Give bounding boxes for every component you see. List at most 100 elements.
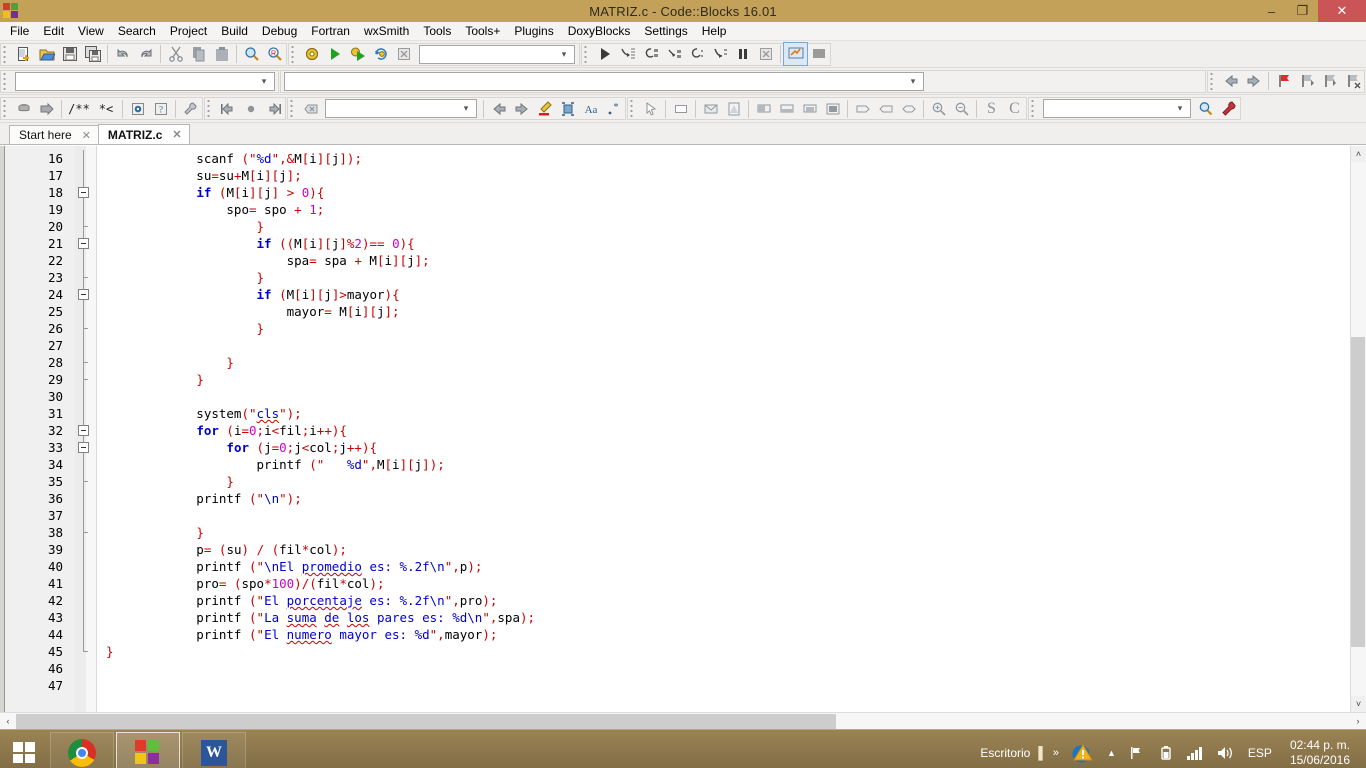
shape-1-icon[interactable] [851,98,874,120]
menu-item-fortran[interactable]: Fortran [304,22,357,40]
case-icon[interactable]: Aa [579,98,602,120]
close-icon[interactable]: ✕ [82,129,91,142]
scroll-track-lower[interactable] [1351,647,1366,696]
prev-icon[interactable] [487,98,510,120]
sizer-v-icon[interactable] [775,98,798,120]
code-line[interactable]: for (j=0;j<col;j++){ [106,439,1350,456]
tray-overflow-icon[interactable]: » [1049,730,1063,768]
doxyblocks-config-icon[interactable] [179,98,202,120]
code-line[interactable]: printf ("La suma de los pares es: %d\n",… [106,609,1350,626]
shape-2-icon[interactable] [874,98,897,120]
code-line[interactable]: spa= spa + M[i][j]; [106,252,1350,269]
fold-marker[interactable] [75,337,96,354]
sizer-h-icon[interactable] [752,98,775,120]
build-and-run-icon[interactable] [346,43,369,65]
save-icon[interactable] [58,43,81,65]
code-line[interactable] [106,660,1350,677]
forward-icon[interactable] [1242,70,1265,92]
abort-icon[interactable] [392,43,415,65]
battery-icon[interactable] [1152,730,1180,768]
show-hidden-icons-icon[interactable]: ▲ [1101,730,1122,768]
debug-break-icon[interactable] [731,43,754,65]
settings-wrench-icon[interactable] [1217,98,1240,120]
fold-marker[interactable] [75,286,96,303]
doxywizard-icon[interactable] [126,98,149,120]
code-text[interactable]: scanf ("%d",&M[i][j]); su=su+M[i][j]; if… [97,146,1350,712]
code-line[interactable]: } [106,269,1350,286]
scroll-track-upper[interactable] [1351,162,1366,337]
various-info-icon[interactable] [807,43,830,65]
search-icon[interactable] [1194,98,1217,120]
zoom-in-icon[interactable] [927,98,950,120]
sizer-box-icon[interactable] [821,98,844,120]
toolbar-grip[interactable] [291,44,298,64]
close-icon[interactable]: ✕ [172,128,181,141]
panel-icon[interactable] [669,98,692,120]
code-line[interactable]: printf ("El numero mayor es: %d",mayor); [106,626,1350,643]
highlight-icon[interactable] [533,98,556,120]
code-line[interactable]: scanf ("%d",&M[i][j]); [106,150,1350,167]
code-line[interactable]: printf ("El porcentaje es: %.2f\n",pro); [106,592,1350,609]
menu-item-doxyblocks[interactable]: DoxyBlocks [561,22,638,40]
code-line[interactable]: if ((M[i][j]%2)== 0){ [106,235,1350,252]
taskbar-item-codeblocks[interactable] [116,731,180,768]
fold-marker[interactable] [75,184,96,201]
shape-3-icon[interactable] [897,98,920,120]
code-line[interactable]: su=su+M[i][j]; [106,167,1350,184]
code-line[interactable]: if (M[i][j] > 0){ [106,184,1350,201]
new-file-icon[interactable] [12,43,35,65]
code-line[interactable]: } [106,524,1350,541]
toolbar-grip[interactable] [290,99,297,118]
tab-matriz-c[interactable]: MATRIZ.c ✕ [97,124,190,144]
code-line[interactable] [106,507,1350,524]
clear-bookmarks-icon[interactable] [1341,70,1364,92]
menu-item-file[interactable]: File [3,22,36,40]
code-line[interactable]: pro= (spo*100)/(fil*col); [106,575,1350,592]
c-button[interactable]: C [1003,98,1026,120]
scroll-thumb[interactable] [1350,337,1365,647]
goto-next-icon[interactable] [262,98,285,120]
fold-marker[interactable] [75,558,96,575]
debug-continue-icon[interactable] [593,43,616,65]
frame-icon[interactable] [722,98,745,120]
menu-item-search[interactable]: Search [111,22,163,40]
minimize-button[interactable]: – [1256,0,1287,22]
redo-icon[interactable] [134,43,157,65]
menu-item-plugins[interactable]: Plugins [507,22,560,40]
fold-marker[interactable] [75,320,96,337]
menu-item-help[interactable]: Help [695,22,734,40]
debug-step-into-icon[interactable] [662,43,685,65]
fold-marker[interactable] [75,405,96,422]
fold-marker[interactable] [75,677,96,694]
scroll-left-arrow[interactable]: ‹ [0,713,16,729]
debug-run-to-cursor-icon[interactable] [616,43,639,65]
search-input[interactable]: ▾ [1043,99,1191,118]
code-line[interactable] [106,337,1350,354]
volume-icon[interactable] [1210,730,1242,768]
fold-marker[interactable] [75,541,96,558]
copy-icon[interactable] [187,43,210,65]
fold-marker[interactable] [75,609,96,626]
menu-item-settings[interactable]: Settings [637,22,694,40]
incremental-search-input[interactable]: ▾ [325,99,477,118]
menu-item-project[interactable]: Project [163,22,214,40]
taskbar-item-word[interactable]: W [182,731,246,768]
back-icon[interactable] [1219,70,1242,92]
horizontal-scrollbar[interactable]: ‹ › [0,712,1366,729]
fold-marker[interactable] [75,371,96,388]
toolbar-grip[interactable] [584,44,591,64]
debug-stop-icon[interactable] [754,43,777,65]
toolbar-grip[interactable] [3,99,10,118]
toolbar-grip[interactable] [3,44,10,64]
next-icon[interactable] [510,98,533,120]
doxyblocks-help-icon[interactable]: ? [149,98,172,120]
replace-icon[interactable]: R [263,43,286,65]
toolbar-grip[interactable] [1031,99,1038,118]
jump-icon[interactable] [239,98,262,120]
fold-marker[interactable] [75,643,96,660]
menu-item-tools[interactable]: Tools [416,22,458,40]
sizer-grid-icon[interactable] [798,98,821,120]
regex-icon[interactable]: * [602,98,625,120]
tab-start-here[interactable]: Start here ✕ [9,125,99,144]
symbol-combo[interactable]: ▾ [284,71,924,91]
